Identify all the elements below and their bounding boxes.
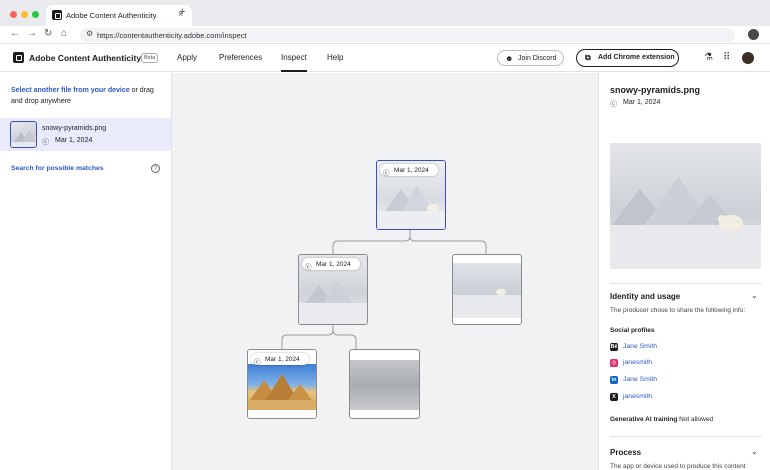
left-panel: Select another file from your device or … <box>0 73 172 470</box>
node-bottom-left-date: Mar 1, 2024 <box>265 355 300 363</box>
profile-link-behance[interactable]: Jane Smith <box>623 343 657 350</box>
generative-ai-label: Generative AI training <box>610 416 678 423</box>
reload-icon[interactable]: ↻ <box>44 28 52 40</box>
select-file-prompt: Select another file from your device or … <box>11 85 166 107</box>
new-tab-icon[interactable]: + <box>179 7 185 18</box>
browser-tab-bar: Adobe Content Authenticity × + <box>0 0 770 26</box>
chevron-down-icon[interactable]: ⌄ <box>751 291 758 300</box>
home-icon[interactable]: ⌂ <box>61 28 67 40</box>
file-thumbnail <box>10 121 37 148</box>
section-divider <box>610 283 761 284</box>
details-file-name: snowy-pyramids.png <box>610 85 701 95</box>
user-avatar[interactable] <box>742 52 754 64</box>
add-chrome-extension-button[interactable]: ⧉ Add Chrome extension <box>576 49 679 67</box>
node-bottom-right-image <box>350 360 419 410</box>
nav-apply[interactable]: Apply <box>177 53 197 62</box>
file-date: Mar 1, 2024 <box>55 137 93 144</box>
back-icon[interactable]: ← <box>10 28 20 40</box>
instagram-icon: ◎ <box>610 359 618 367</box>
connector-mid-left <box>281 325 334 349</box>
connector-root-left <box>332 230 411 254</box>
process-desc: The app or device used to produce this c… <box>610 463 746 470</box>
content-credentials-icon: ⓒ <box>42 139 49 146</box>
tree-node-root[interactable]: ⓒ Mar 1, 2024 <box>376 160 446 230</box>
forward-icon[interactable]: → <box>27 28 37 40</box>
url-input[interactable]: ⚙ https://contentauthenticity.adobe.com/… <box>80 28 735 42</box>
node-mid-left-badge: ⓒ Mar 1, 2024 <box>302 258 360 271</box>
identity-usage-title[interactable]: Identity and usage <box>610 292 680 301</box>
lab-flask-icon[interactable]: ⚗ <box>704 52 713 63</box>
provenance-canvas[interactable]: ⓒ Mar 1, 2024 ⓒ Mar 1, 2024 ⓒ Mar 1, 202… <box>172 73 598 470</box>
tree-node-mid-left[interactable]: ⓒ Mar 1, 2024 <box>298 254 368 325</box>
node-root-badge: ⓒ Mar 1, 2024 <box>380 164 438 177</box>
linkedin-icon: in <box>610 376 618 384</box>
help-icon[interactable]: ? <box>151 164 160 173</box>
nav-help[interactable]: Help <box>327 53 343 62</box>
content-credentials-icon: ⓒ <box>383 169 390 177</box>
profile-link-x[interactable]: janesmith <box>623 393 652 400</box>
maximize-window-dot[interactable] <box>32 11 39 18</box>
join-discord-label: Join Discord <box>518 54 557 62</box>
details-date: Mar 1, 2024 <box>623 99 661 106</box>
discord-icon: ☻ <box>505 54 514 63</box>
node-mid-right-image <box>453 263 521 318</box>
app-name[interactable]: Adobe Content Authenticity <box>29 53 141 63</box>
profile-link-linkedin[interactable]: Jane Smith <box>623 376 657 383</box>
minimize-window-dot[interactable] <box>21 11 28 18</box>
address-bar-row: ← → ↻ ⌂ ⚙ https://contentauthenticity.ad… <box>0 26 770 44</box>
tree-node-mid-right[interactable] <box>452 254 522 325</box>
search-possible-matches-link[interactable]: Search for possible matches <box>11 165 104 172</box>
chevron-down-icon[interactable]: ⌄ <box>751 447 758 456</box>
tab-title: Adobe Content Authenticity <box>66 11 157 20</box>
connector-root-right <box>409 235 487 254</box>
x-icon: X <box>610 393 618 401</box>
social-profiles-heading: Social profiles <box>610 327 655 334</box>
select-file-link[interactable]: Select another file from your device <box>11 87 130 94</box>
join-discord-button[interactable]: ☻ Join Discord <box>497 50 564 66</box>
browser-tab[interactable]: Adobe Content Authenticity × <box>46 5 192 26</box>
adobe-favicon-icon <box>52 10 62 20</box>
behance-icon: Bē <box>610 343 618 351</box>
url-text: https://contentauthenticity.adobe.com/in… <box>97 31 247 40</box>
adobe-logo-icon[interactable] <box>13 52 24 63</box>
node-bottom-left-image <box>248 364 316 410</box>
connector-mid-right <box>332 329 357 349</box>
node-mid-left-date: Mar 1, 2024 <box>316 260 351 268</box>
content-credentials-icon: ⓒ <box>305 263 312 271</box>
identity-usage-desc: The producer chose to share the followin… <box>610 307 746 314</box>
section-divider <box>610 436 761 437</box>
app-switcher-icon[interactable]: ⠿ <box>723 52 730 63</box>
extension-icon: ⧉ <box>585 53 591 62</box>
beta-badge: Beta <box>141 53 159 63</box>
details-preview-image <box>610 143 761 269</box>
nav-inspect[interactable]: Inspect <box>281 53 307 72</box>
file-name: snowy-pyramids.png <box>42 125 107 132</box>
details-panel: snowy-pyramids.png ⓒ Mar 1, 2024 Identit… <box>598 73 770 470</box>
site-settings-icon[interactable]: ⚙ <box>86 29 93 38</box>
generative-ai-training: Generative AI training Not allowed <box>610 416 713 423</box>
node-root-date: Mar 1, 2024 <box>394 166 429 174</box>
content-credentials-icon: ⓒ <box>610 101 617 108</box>
nav-preferences[interactable]: Preferences <box>219 53 262 62</box>
tree-node-bottom-left[interactable]: ⓒ Mar 1, 2024 <box>247 349 317 419</box>
content-credentials-icon: ⓒ <box>254 358 261 366</box>
add-chrome-extension-label: Add Chrome extension <box>598 54 675 61</box>
process-title[interactable]: Process <box>610 448 641 457</box>
close-window-dot[interactable] <box>10 11 17 18</box>
profile-link-instagram[interactable]: janesmith <box>623 359 652 366</box>
selected-file-row[interactable]: snowy-pyramids.png ⓒ Mar 1, 2024 <box>0 118 171 151</box>
app-header: Adobe Content Authenticity Beta Apply Pr… <box>0 44 770 72</box>
browser-profile-icon[interactable] <box>748 29 759 40</box>
node-bottom-left-badge: ⓒ Mar 1, 2024 <box>251 353 309 366</box>
tree-node-bottom-right[interactable] <box>349 349 420 419</box>
generative-ai-value: Not allowed <box>679 416 714 423</box>
